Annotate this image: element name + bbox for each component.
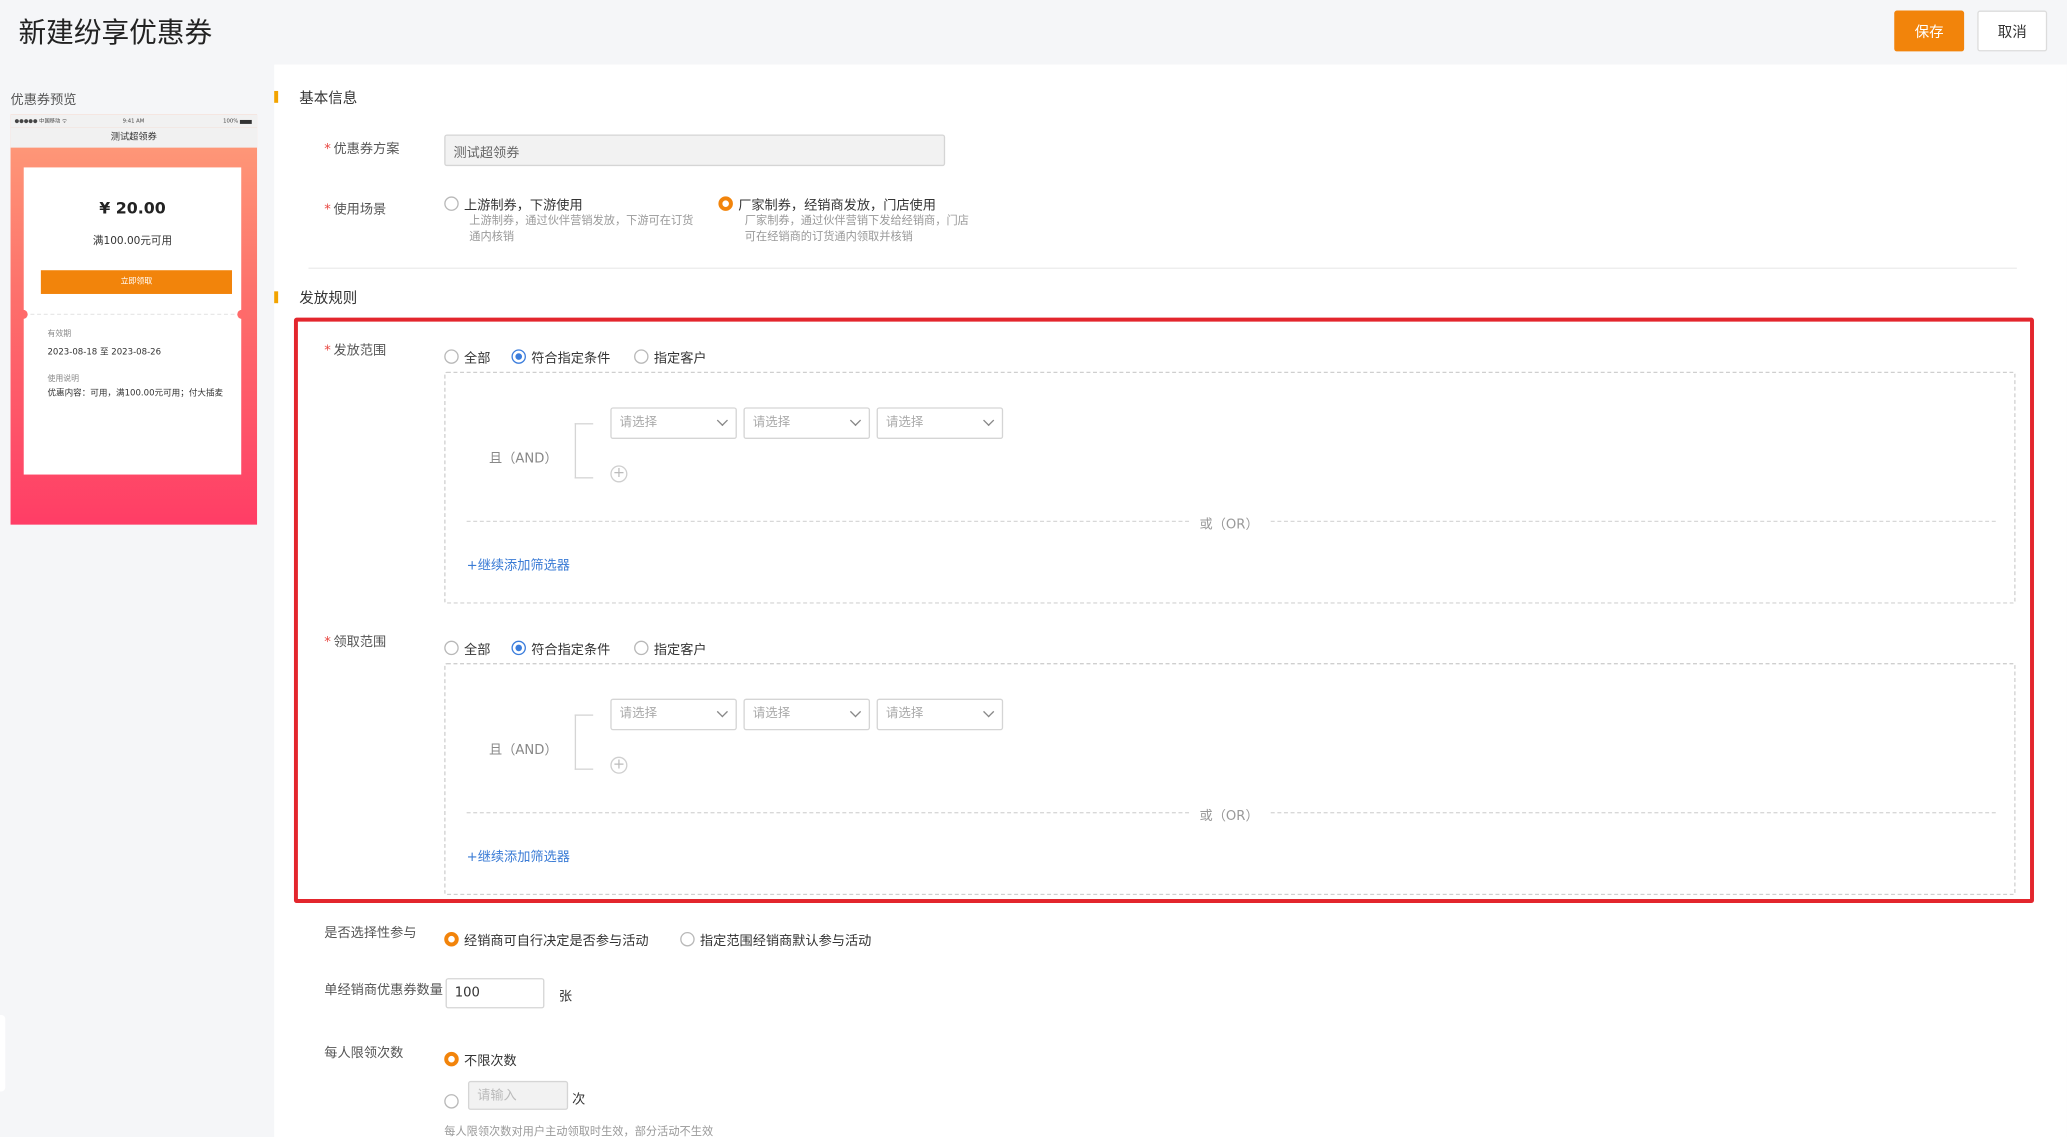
limit-hint: 每人限领次数对用户主动领取时生效，部分活动不生效 [444,1125,714,1137]
coupon-card: ¥ 20.00 满100.00元可用 立即领取 有效期 2023-08-18 至… [18,167,247,475]
or-label: 或（OR） [1199,809,1259,824]
radio-icon [444,349,459,364]
and-label: 且（AND） [489,743,558,758]
radio-selected-icon [444,1051,459,1067]
page-header: 新建纷享优惠券 保存 取消 [0,0,2067,65]
coupon-condition: 满100.00元可用 [92,234,173,247]
or-divider [1270,812,1996,814]
radio-selected-icon [511,349,526,364]
radio-icon [444,640,459,656]
filter-select-3[interactable]: 请选择 [876,407,1004,439]
qty-per-dealer-label: 单经销商优惠券数量 [324,983,443,998]
filter-select-2[interactable]: 请选择 [743,407,871,439]
plan-label: * 优惠券方案 [324,142,400,157]
radio-icon [634,640,649,656]
status-time: 9:41 AM [122,117,145,124]
section-marker [274,291,279,304]
optional-join-label: 是否选择性参与 [324,926,417,942]
claim-scope-label: * 领取范围 [324,635,387,650]
filter-select-1[interactable]: 请选择 [610,698,737,731]
page-title: 新建纷享优惠券 [18,17,213,49]
optional-join-default[interactable]: 指定范围经销商默认参与活动 [680,925,871,950]
filter-select-1[interactable]: 请选择 [610,407,737,439]
coupon-divider [23,313,242,316]
optional-join-dealer-decides[interactable]: 经销商可自行决定是否参与活动 [444,925,649,950]
side-drawer-handle[interactable] [0,1015,6,1092]
limit-custom[interactable] [444,1088,459,1113]
limit-count-input[interactable] [467,1080,569,1110]
validity-label: 有效期 [47,329,72,339]
radio-icon [680,931,695,947]
section-rules-title: 发放规则 [299,290,358,308]
chevron-down-icon [716,414,728,427]
save-button[interactable]: 保存 [1894,10,1965,52]
validity-value: 2023-08-18 至 2023-08-26 [47,346,162,358]
filter-select-2[interactable]: 请选择 [743,698,871,731]
chevron-down-icon [716,706,728,718]
chevron-down-icon [983,414,995,427]
or-label: 或（OR） [1199,518,1259,533]
or-divider [466,520,1190,523]
claim-scope-all[interactable]: 全部 [444,634,490,659]
chevron-down-icon [983,706,995,718]
filter-select-3[interactable]: 请选择 [876,698,1004,731]
chevron-down-icon [849,706,862,718]
scene-option-upstream[interactable]: 上游制券，下游使用 [444,190,583,215]
usage-value: 优惠内容：可用，满100.00元可用；付大插麦 [47,387,224,399]
coupon-notch-left [18,309,28,320]
radio-selected-icon [444,931,459,947]
section-marker [274,90,279,103]
phone-status-bar: ●●●●● 中国移动 ᯤ 9:41 AM 100% [10,114,258,128]
and-label: 且（AND） [489,452,558,467]
carrier-signal: ●●●●● 中国移动 ᯤ [14,117,67,124]
limit-count-unit: 次 [572,1092,586,1108]
qty-per-dealer-input[interactable] [445,978,545,1009]
plan-input[interactable] [444,134,946,167]
issue-scope-conditions[interactable]: 符合指定条件 [511,343,610,368]
battery-level: 100% [223,117,252,124]
issue-scope-all[interactable]: 全部 [444,343,490,368]
radio-icon [634,349,649,364]
coupon-notch-right [237,309,247,320]
add-filter-link[interactable]: +继续添加筛选器 [467,554,570,574]
limit-unlimited[interactable]: 不限次数 [444,1045,517,1070]
cancel-button[interactable]: 取消 [1977,10,2048,52]
claim-scope-conditions[interactable]: 符合指定条件 [511,634,610,659]
coupon-preview-label: 优惠券预览 [10,93,77,109]
issue-scope-customers[interactable]: 指定客户 [634,343,707,368]
section-divider [308,267,2017,269]
qty-unit: 张 [558,989,573,1005]
scene-option-manufacturer-desc: 厂家制券，通过伙伴营销下发给经销商，门店可在经销商的订货通内领取并核销 [744,214,969,244]
issue-scope-label: * 发放范围 [324,344,387,359]
coupon-preview-phone: ●●●●● 中国移动 ᯤ 9:41 AM 100% 测试超领券 ¥ 20.00 … [10,114,258,525]
radio-icon [444,1094,459,1109]
and-bracket [574,714,594,770]
radio-selected-icon [718,196,733,211]
claim-scope-customers[interactable]: 指定客户 [634,634,707,659]
radio-selected-icon [511,640,526,656]
scene-option-manufacturer[interactable]: 厂家制券，经销商发放，门店使用 [718,190,936,215]
coupon-amount: ¥ 20.00 [99,199,166,218]
add-condition-icon[interactable]: + [610,756,628,774]
claim-now-button: 立即领取 [40,270,233,294]
limit-per-person-label: 每人限领次数 [324,1046,404,1062]
radio-icon [444,196,459,211]
add-condition-icon[interactable]: + [610,465,628,483]
claim-filter-box: 且（AND） 请选择 请选择 请选择 + 或（OR） +继续添加筛选器 [444,663,2016,896]
and-bracket [574,423,594,479]
scene-option-upstream-desc: 上游制券，通过伙伴营销发放，下游可在订货通内核销 [469,214,694,244]
usage-label: 使用说明 [47,374,80,384]
or-divider [466,812,1190,814]
add-filter-link[interactable]: +继续添加筛选器 [467,845,570,865]
issue-filter-box: 且（AND） 请选择 请选择 请选择 + 或（OR） +继续添加筛选器 [444,371,2016,604]
form-panel: 基本信息 *优惠券方案 *使用场景 上游制券，下游使用 上游制券，通过伙伴营销发… [274,64,2067,1137]
section-basic-title: 基本信息 [299,89,358,107]
battery-icon [239,119,252,124]
or-divider [1270,520,1996,523]
chevron-down-icon [849,414,862,427]
scene-label: * 使用场景 [324,203,387,218]
phone-nav-title: 测试超领券 [10,127,258,148]
